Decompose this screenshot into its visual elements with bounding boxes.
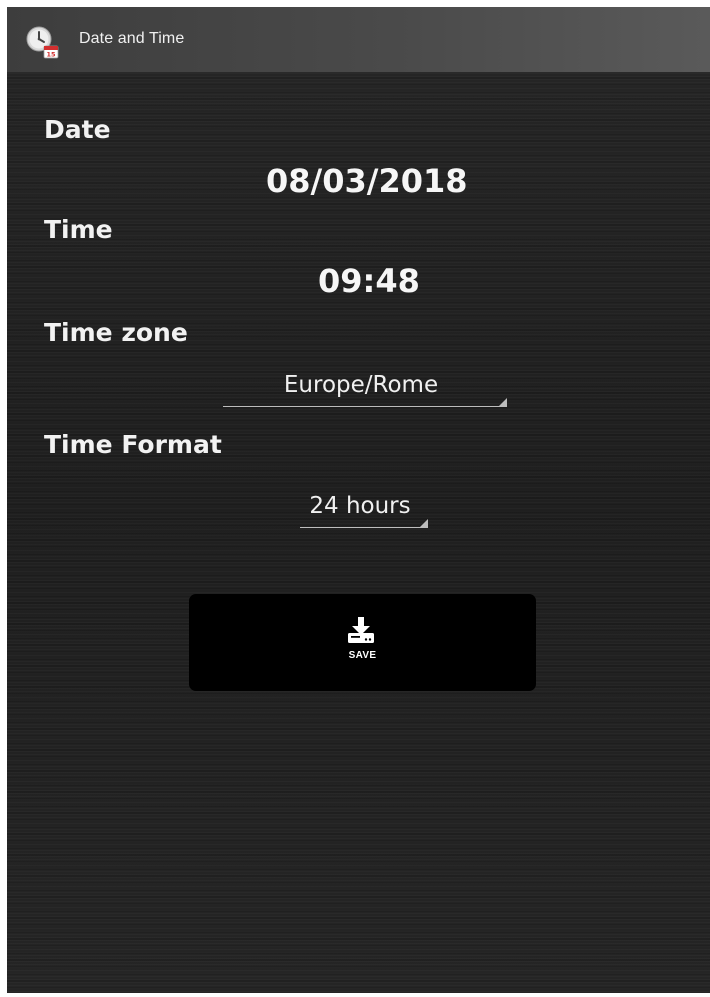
time-format-value: 24 hours xyxy=(309,493,411,519)
date-value[interactable]: 08/03/2018 xyxy=(266,162,468,200)
download-icon xyxy=(348,617,374,643)
date-time-screen: 15 Date and Time Date 08/03/2018 Time 09… xyxy=(7,7,710,993)
clock-calendar-icon: 15 xyxy=(26,26,59,59)
time-label: Time xyxy=(44,215,113,244)
app-title: Date and Time xyxy=(79,30,185,47)
time-value[interactable]: 09:48 xyxy=(318,262,420,300)
timezone-value: Europe/Rome xyxy=(283,372,439,398)
time-format-label: Time Format xyxy=(44,430,222,459)
timezone-dropdown[interactable]: Europe/Rome xyxy=(223,372,507,407)
time-format-dropdown[interactable]: 24 hours xyxy=(300,493,428,528)
dropdown-arrow-icon xyxy=(419,519,428,528)
timezone-label: Time zone xyxy=(44,318,188,347)
title-bar: 15 Date and Time xyxy=(7,7,710,73)
calendar-badge-text: 15 xyxy=(46,51,56,59)
save-label: SAVE xyxy=(348,650,377,661)
date-label: Date xyxy=(44,115,111,144)
save-button[interactable]: SAVE xyxy=(189,594,536,691)
dropdown-arrow-icon xyxy=(498,398,507,407)
